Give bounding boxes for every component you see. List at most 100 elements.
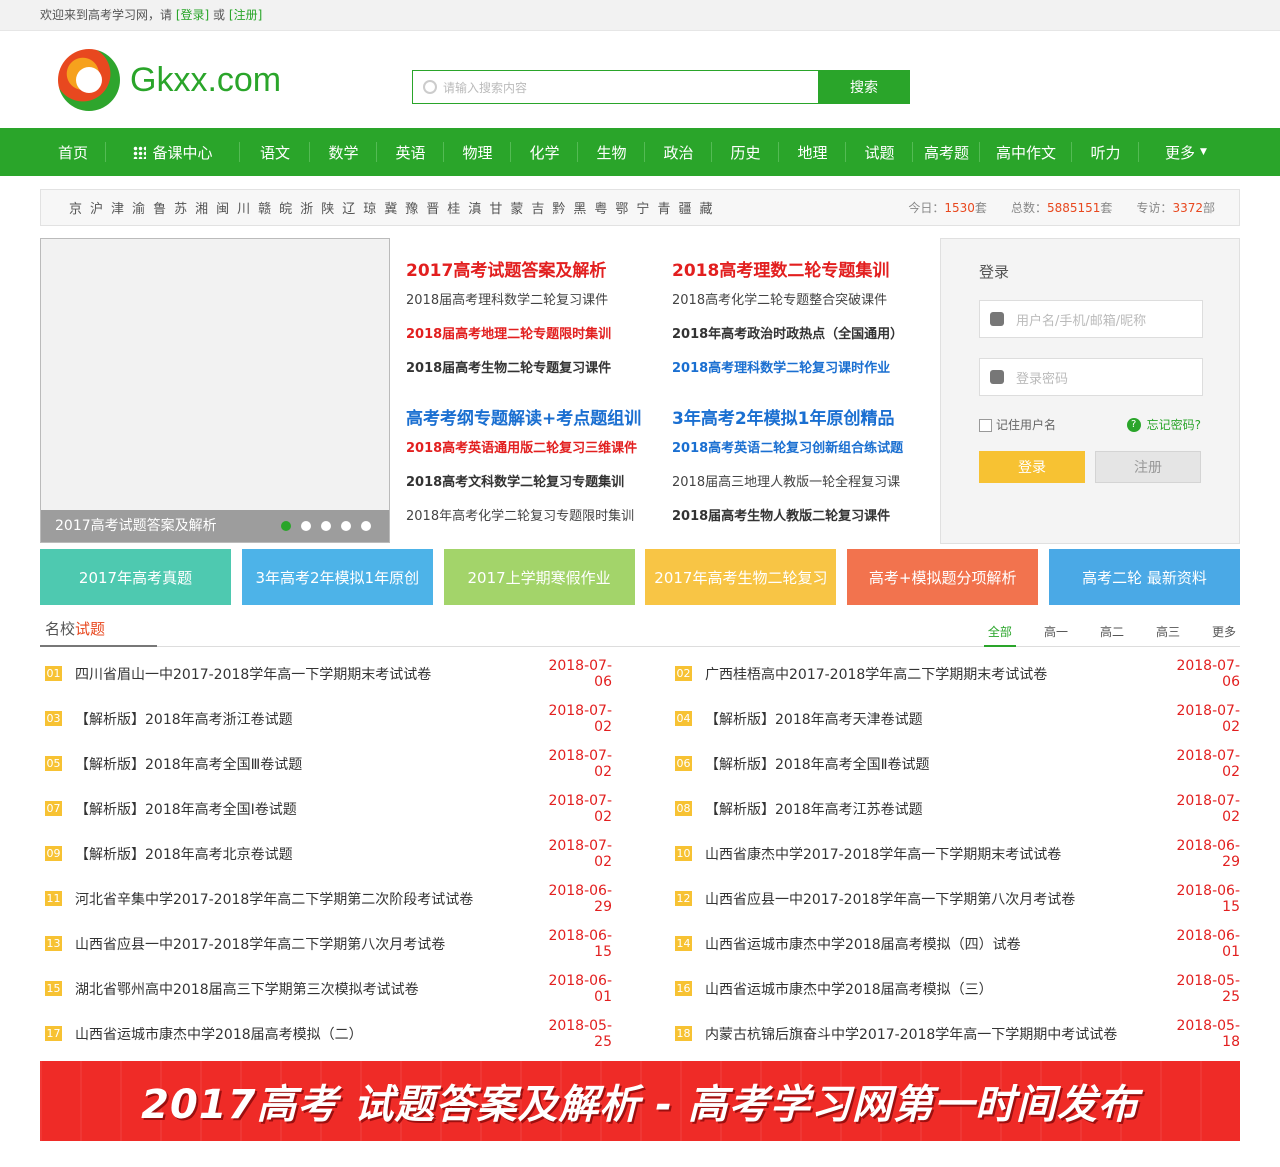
province-link[interactable]: 鄂 — [615, 198, 628, 217]
list-item[interactable]: 04 【解析版】2018年高考天津卷试题 2018-07-02 — [670, 696, 1240, 741]
list-item[interactable]: 17 山西省运城市康杰中学2018届高考模拟（二） 2018-05-25 — [40, 1011, 612, 1056]
item-title[interactable]: 【解析版】2018年高考天津卷试题 — [705, 709, 1160, 729]
province-link[interactable]: 沪 — [90, 198, 103, 217]
nav-item[interactable]: 地理 — [779, 128, 846, 176]
featured-heading[interactable]: 3年高考2年模拟1年原创精品 — [672, 404, 928, 429]
province-link[interactable]: 湘 — [195, 198, 208, 217]
slider-dot[interactable] — [361, 521, 371, 531]
register-button[interactable]: 注册 — [1095, 451, 1201, 483]
province-link[interactable]: 赣 — [258, 198, 271, 217]
featured-link[interactable]: 2018届高考生物二轮专题复习课件 — [406, 358, 662, 392]
nav-item[interactable]: 听力 — [1072, 128, 1139, 176]
nav-item[interactable]: 首页 — [40, 128, 106, 176]
province-link[interactable]: 晋 — [426, 198, 439, 217]
tab-item[interactable]: 高一 — [1040, 623, 1072, 640]
top-login-link[interactable]: [登录] — [176, 8, 209, 22]
tab-item[interactable]: 全部 — [983, 623, 1016, 647]
nav-item[interactable]: 政治 — [645, 128, 712, 176]
province-link[interactable]: 辽 — [342, 198, 355, 217]
tab-item[interactable]: 更多 — [1208, 623, 1240, 640]
list-item[interactable]: 08 【解析版】2018年高考江苏卷试题 2018-07-02 — [670, 786, 1240, 831]
slider-dot[interactable] — [301, 521, 311, 531]
featured-link[interactable]: 2018年高考政治时政热点（全国通用） — [672, 324, 928, 358]
province-link[interactable]: 桂 — [447, 198, 460, 217]
slider-dot[interactable] — [281, 521, 291, 531]
item-title[interactable]: 山西省应县一中2017-2018学年高一下学期第八次月考试卷 — [705, 889, 1160, 909]
top-register-link[interactable]: [注册] — [229, 8, 262, 22]
list-item[interactable]: 07 【解析版】2018年高考全国Ⅰ卷试题 2018-07-02 — [40, 786, 612, 831]
item-title[interactable]: 内蒙古杭锦后旗奋斗中学2017-2018学年高一下学期期中考试试卷 — [705, 1024, 1160, 1044]
banner-slider[interactable]: 2017高考试题答案及解析 — [40, 238, 390, 543]
username-field[interactable]: 用户名/手机/邮箱/昵称 — [979, 300, 1203, 338]
category-tile[interactable]: 2017年高考生物二轮复习 — [645, 549, 837, 605]
item-title[interactable]: 【解析版】2018年高考北京卷试题 — [75, 844, 532, 864]
province-link[interactable]: 疆 — [678, 198, 691, 217]
nav-item[interactable]: 备课中心 — [106, 128, 240, 176]
list-item[interactable]: 06 【解析版】2018年高考全国Ⅱ卷试题 2018-07-02 — [670, 741, 1240, 786]
nav-item[interactable]: 语文 — [240, 128, 310, 176]
province-link[interactable]: 浙 — [300, 198, 313, 217]
list-item[interactable]: 12 山西省应县一中2017-2018学年高一下学期第八次月考试卷 2018-06-… — [670, 876, 1240, 921]
featured-link[interactable]: 2018届高考理科数学二轮复习课件 — [406, 290, 662, 324]
province-link[interactable]: 滇 — [468, 198, 481, 217]
province-link[interactable]: 鲁 — [153, 198, 166, 217]
featured-link[interactable]: 2018届高考地理二轮专题限时集训 — [406, 324, 662, 358]
nav-item[interactable]: 数学 — [310, 128, 377, 176]
province-link[interactable]: 渝 — [132, 198, 145, 217]
item-title[interactable]: 山西省运城市康杰中学2018届高考模拟（三） — [705, 979, 1160, 999]
tab-item[interactable]: 高三 — [1152, 623, 1184, 640]
category-tile[interactable]: 2017年高考真题 — [40, 549, 231, 605]
nav-item[interactable]: 更多 ▼ — [1139, 128, 1233, 176]
list-item[interactable]: 16 山西省运城市康杰中学2018届高考模拟（三） 2018-05-25 — [670, 966, 1240, 1011]
province-link[interactable]: 粤 — [594, 198, 607, 217]
site-logo[interactable]: Gkxx.com — [58, 49, 281, 111]
nav-item[interactable]: 化学 — [511, 128, 578, 176]
category-tile[interactable]: 2017上学期寒假作业 — [443, 549, 635, 605]
list-item[interactable]: 01 四川省眉山一中2017-2018学年高一下学期期末考试试卷 2018-07-0… — [40, 651, 612, 696]
featured-link[interactable]: 2018高考英语通用版二轮复习三维课件 — [406, 438, 662, 472]
item-title[interactable]: 【解析版】2018年高考浙江卷试题 — [75, 709, 532, 729]
category-tile[interactable]: 高考+模拟题分项解析 — [847, 549, 1039, 605]
featured-link[interactable]: 2018届高三地理人教版一轮全程复习课 — [672, 472, 928, 506]
list-item[interactable]: 13 山西省应县一中2017-2018学年高二下学期第八次月考试卷 2018-06-… — [40, 921, 612, 966]
province-link[interactable]: 苏 — [174, 198, 187, 217]
nav-item[interactable]: 物理 — [444, 128, 511, 176]
nav-item[interactable]: 历史 — [712, 128, 779, 176]
category-tile[interactable]: 3年高考2年模拟1年原创 — [241, 549, 433, 605]
slider-dot[interactable] — [321, 521, 331, 531]
item-title[interactable]: 广西桂梧高中2017-2018学年高二下学期期末考试试卷 — [705, 664, 1160, 684]
slider-dot[interactable] — [341, 521, 351, 531]
item-title[interactable]: 【解析版】2018年高考全国Ⅲ卷试题 — [75, 754, 532, 774]
province-link[interactable]: 闽 — [216, 198, 229, 217]
nav-item[interactable]: 生物 — [578, 128, 645, 176]
province-link[interactable]: 琼 — [363, 198, 376, 217]
login-button[interactable]: 登录 — [979, 451, 1085, 483]
province-link[interactable]: 吉 — [531, 198, 544, 217]
nav-item[interactable]: 高考题 — [913, 128, 980, 176]
featured-link[interactable]: 2018高考文科数学二轮复习专题集训 — [406, 472, 662, 506]
search-input[interactable]: 请输入搜索内容 — [412, 70, 818, 104]
item-title[interactable]: 山西省康杰中学2017-2018学年高一下学期期末考试试卷 — [705, 844, 1160, 864]
category-tile[interactable]: 高考二轮 最新资料 — [1048, 549, 1240, 605]
tab-item[interactable]: 高二 — [1096, 623, 1128, 640]
list-item[interactable]: 14 山西省运城市康杰中学2018届高考模拟（四）试卷 2018-06-01 — [670, 921, 1240, 966]
featured-link[interactable]: 2018年高考化学二轮复习专题限时集训 — [406, 506, 662, 540]
featured-link[interactable]: 2018高考理科数学二轮复习课时作业 — [672, 358, 928, 392]
list-item[interactable]: 02 广西桂梧高中2017-2018学年高二下学期期末考试试卷 2018-07-06 — [670, 651, 1240, 696]
nav-item[interactable]: 英语 — [377, 128, 444, 176]
item-title[interactable]: 山西省应县一中2017-2018学年高二下学期第八次月考试卷 — [75, 934, 532, 954]
featured-link[interactable]: 2018届高考生物人教版二轮复习课件 — [672, 506, 928, 540]
item-title[interactable]: 河北省辛集中学2017-2018学年高二下学期第二次阶段考试试卷 — [75, 889, 532, 909]
province-link[interactable]: 黑 — [573, 198, 586, 217]
item-title[interactable]: 山西省运城市康杰中学2018届高考模拟（四）试卷 — [705, 934, 1160, 954]
featured-link[interactable]: 2018高考化学二轮专题整合突破课件 — [672, 290, 928, 324]
password-field[interactable]: 登录密码 — [979, 358, 1203, 396]
featured-heading[interactable]: 高考考纲专题解读+考点题组训 — [406, 404, 662, 429]
featured-heading[interactable]: 2017高考试题答案及解析 — [406, 256, 662, 281]
province-link[interactable]: 京 — [69, 198, 82, 217]
province-link[interactable]: 川 — [237, 198, 250, 217]
item-title[interactable]: 【解析版】2018年高考全国Ⅱ卷试题 — [705, 754, 1160, 774]
province-link[interactable]: 皖 — [279, 198, 292, 217]
item-title[interactable]: 【解析版】2018年高考全国Ⅰ卷试题 — [75, 799, 532, 819]
province-link[interactable]: 冀 — [384, 198, 397, 217]
